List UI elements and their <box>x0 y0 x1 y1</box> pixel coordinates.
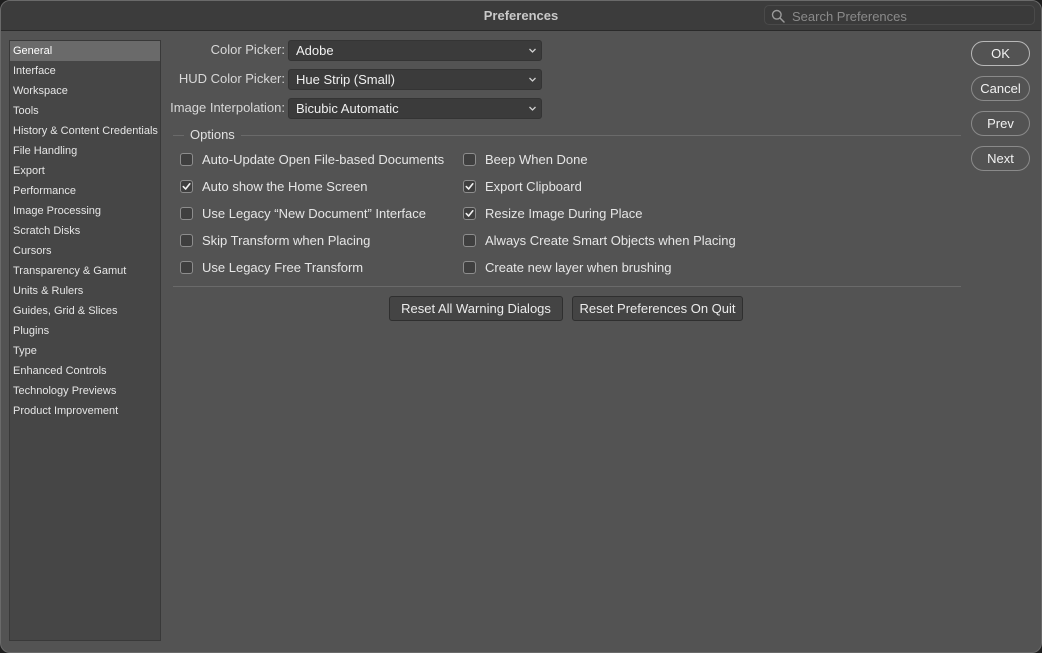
sidebar-item-technology-previews[interactable]: Technology Previews <box>10 381 160 401</box>
preferences-window: Preferences GeneralInterfaceWorkspaceToo… <box>0 0 1042 653</box>
option-label: Auto-Update Open File-based Documents <box>202 152 445 167</box>
next-button[interactable]: Next <box>971 146 1030 171</box>
ok-button[interactable]: OK <box>971 41 1030 66</box>
sidebar-item-product-improvement[interactable]: Product Improvement <box>10 401 160 421</box>
option-label: Resize Image During Place <box>485 206 643 221</box>
sidebar-item-units-rulers[interactable]: Units & Rulers <box>10 281 160 301</box>
checkmark-icon <box>465 182 474 190</box>
search-input[interactable] <box>790 7 1034 25</box>
hud-color-picker-value: Hue Strip (Small) <box>296 72 395 87</box>
option-checkbox[interactable] <box>180 153 193 166</box>
option-label: Export Clipboard <box>485 179 582 194</box>
sidebar-item-type[interactable]: Type <box>10 341 160 361</box>
reset-preferences-button[interactable]: Reset Preferences On Quit <box>572 296 743 321</box>
option-label: Use Legacy Free Transform <box>202 260 364 275</box>
sidebar-item-export[interactable]: Export <box>10 161 160 181</box>
search-icon <box>771 9 785 23</box>
option-label: Beep When Done <box>485 152 588 167</box>
sidebar-item-scratch-disks[interactable]: Scratch Disks <box>10 221 160 241</box>
cancel-button[interactable]: Cancel <box>971 76 1030 101</box>
sidebar-item-transparency-gamut[interactable]: Transparency & Gamut <box>10 261 160 281</box>
sidebar-item-workspace[interactable]: Workspace <box>10 81 160 101</box>
chevron-down-icon <box>529 48 536 53</box>
image-interpolation-value: Bicubic Automatic <box>296 101 399 116</box>
option-checkbox[interactable] <box>463 234 476 247</box>
option-label: Use Legacy “New Document” Interface <box>202 206 426 221</box>
sidebar-item-plugins[interactable]: Plugins <box>10 321 160 341</box>
checkmark-icon <box>465 209 474 217</box>
option-checkbox[interactable] <box>463 261 476 274</box>
sidebar-item-guides-grid-slices[interactable]: Guides, Grid & Slices <box>10 301 160 321</box>
sidebar-item-image-processing[interactable]: Image Processing <box>10 201 160 221</box>
prev-button[interactable]: Prev <box>971 111 1030 136</box>
hud-color-picker-select[interactable]: Hue Strip (Small) <box>288 69 542 90</box>
sidebar-item-enhanced-controls[interactable]: Enhanced Controls <box>10 361 160 381</box>
option-checkbox[interactable] <box>463 180 476 193</box>
title-bar: Preferences <box>1 1 1041 31</box>
color-picker-value: Adobe <box>296 43 334 58</box>
sidebar-item-general[interactable]: General <box>10 41 160 61</box>
search-box[interactable] <box>764 5 1035 25</box>
color-picker-select[interactable]: Adobe <box>288 40 542 61</box>
option-label: Auto show the Home Screen <box>202 179 368 194</box>
sidebar-item-performance[interactable]: Performance <box>10 181 160 201</box>
sidebar-item-cursors[interactable]: Cursors <box>10 241 160 261</box>
sidebar-item-interface[interactable]: Interface <box>10 61 160 81</box>
sidebar-item-file-handling[interactable]: File Handling <box>10 141 160 161</box>
checkmark-icon <box>182 182 191 190</box>
option-label: Create new layer when brushing <box>485 260 672 275</box>
option-checkbox[interactable] <box>463 207 476 220</box>
hud-color-picker-label: HUD Color Picker: <box>178 71 285 86</box>
option-label: Always Create Smart Objects when Placing <box>485 233 736 248</box>
sidebar-item-history-content-credentials[interactable]: History & Content Credentials <box>10 121 160 141</box>
image-interpolation-label: Image Interpolation: <box>170 100 285 115</box>
color-picker-label: Color Picker: <box>210 42 285 57</box>
chevron-down-icon <box>529 77 536 82</box>
sidebar-list: General Interface Workspace Tools History & … <box>10 41 160 421</box>
reset-warning-dialogs-button[interactable]: Reset All Warning Dialogs <box>389 296 563 321</box>
option-checkbox[interactable] <box>463 153 476 166</box>
option-checkbox[interactable] <box>180 207 193 220</box>
options-heading: Options <box>184 127 241 142</box>
option-checkbox[interactable] <box>180 261 193 274</box>
sidebar-item-tools[interactable]: Tools <box>10 101 160 121</box>
option-label: Skip Transform when Placing <box>202 233 371 248</box>
chevron-down-icon <box>529 106 536 111</box>
option-checkbox[interactable] <box>180 180 193 193</box>
option-checkbox[interactable] <box>180 234 193 247</box>
image-interpolation-select[interactable]: Bicubic Automatic <box>288 98 542 119</box>
preferences-sidebar: General Interface Workspace Tools History & … <box>9 40 161 641</box>
